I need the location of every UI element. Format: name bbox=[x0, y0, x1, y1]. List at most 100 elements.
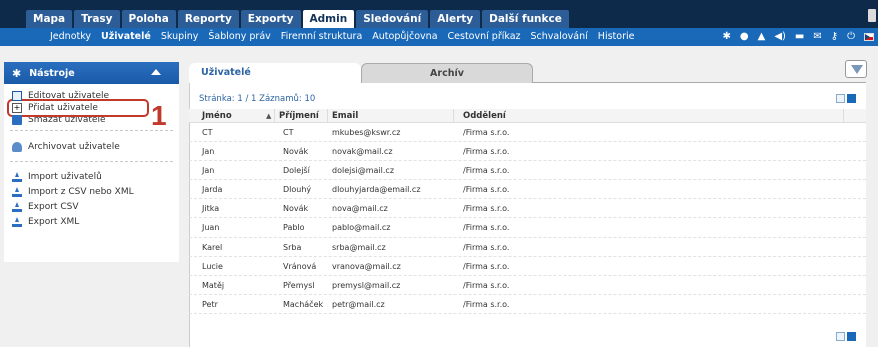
window-icon[interactable] bbox=[868, 9, 876, 22]
sub-nav-item-7[interactable]: Schvalování bbox=[526, 28, 593, 46]
main-tabs: Mapa Trasy Poloha Reporty Exporty Admin Sledov… bbox=[26, 10, 569, 28]
table-cell: /Firma s.r.o. bbox=[463, 223, 510, 233]
archive-icon bbox=[12, 142, 22, 152]
table-cell: CT bbox=[202, 128, 213, 137]
export-grid-icon[interactable] bbox=[836, 332, 845, 341]
sub-nav-item-0[interactable]: Jednotky bbox=[45, 28, 96, 46]
czech-flag-icon[interactable] bbox=[864, 33, 874, 41]
column-header-last-name[interactable]: Příjmení bbox=[275, 109, 328, 122]
table-row[interactable]: Lucie Vránová vranova@mail.cz/Firma s.r.o. bbox=[189, 257, 866, 276]
column-header-department[interactable]: Oddělení bbox=[454, 109, 844, 122]
excel-icon[interactable] bbox=[847, 94, 856, 103]
tools-group-import-export: Import uživatelů Import z CSV nebo XML E… bbox=[10, 162, 173, 232]
filter-button[interactable] bbox=[845, 60, 867, 78]
table-row[interactable]: Jarda Dlouhý dlouhyjarda@email.cz/Firma s.… bbox=[189, 180, 866, 200]
folder-icon[interactable]: ▬ bbox=[795, 28, 804, 46]
table-row[interactable]: Juan Pablo pablo@mail.cz/Firma s.r.o. bbox=[189, 218, 866, 238]
collapse-arrow-icon[interactable] bbox=[151, 69, 161, 75]
table-cell: novak@mail.cz bbox=[332, 147, 393, 157]
main-tab-6[interactable]: Sledování bbox=[356, 10, 429, 28]
table-cell: /Firma s.r.o. bbox=[463, 242, 510, 252]
edit-user-link[interactable]: Editovat uživatele bbox=[10, 90, 173, 102]
delete-user-link[interactable]: Smazat uživatele bbox=[10, 114, 173, 126]
table-cell: Karel bbox=[202, 242, 223, 252]
plus-icon: + bbox=[12, 103, 22, 113]
main-tab-3[interactable]: Reporty bbox=[177, 10, 239, 28]
mail-icon[interactable]: ✉ bbox=[813, 28, 821, 46]
table-cell: Jarda bbox=[202, 185, 223, 195]
tools-panel: ✱ Nástroje Editovat uživatele + Přidat u… bbox=[4, 62, 179, 262]
table-row[interactable]: Petr Macháček petr@mail.cz/Firma s.r.o. bbox=[189, 295, 866, 314]
table-row[interactable]: CT CT mkubes@kswr.cz/Firma s.r.o. bbox=[189, 123, 866, 143]
tab-archive[interactable]: Archív bbox=[361, 63, 533, 83]
table-row[interactable]: Jan Dolejší dolejsi@mail.cz/Firma s.r.o. bbox=[189, 161, 866, 181]
table-cell: Petr bbox=[202, 299, 218, 309]
table-cell: /Firma s.r.o. bbox=[463, 204, 510, 214]
sub-nav-item-2[interactable]: Skupiny bbox=[156, 28, 204, 46]
chat-icon[interactable]: ● bbox=[740, 28, 749, 46]
sound-icon[interactable]: ◀) bbox=[774, 28, 786, 46]
tools-panel-header[interactable]: ✱ Nástroje bbox=[4, 62, 179, 84]
power-icon[interactable]: ⏻ bbox=[847, 28, 855, 46]
key-icon[interactable]: ⚷ bbox=[831, 28, 838, 46]
table-cell: Dolejší bbox=[283, 166, 310, 176]
import-csv-xml-link[interactable]: Import z CSV nebo XML bbox=[10, 186, 173, 198]
main-tab-1[interactable]: Trasy bbox=[74, 10, 120, 28]
sub-nav-item-4[interactable]: Firemní struktura bbox=[276, 28, 367, 46]
table-cell: /Firma s.r.o. bbox=[463, 128, 510, 137]
sort-ascending-icon[interactable]: ▲ bbox=[266, 112, 271, 120]
sub-nav-item-1[interactable]: Uživatelé bbox=[96, 28, 156, 46]
table-cell: /Firma s.r.o. bbox=[463, 147, 510, 157]
sub-nav-item-3[interactable]: Šablony práv bbox=[203, 28, 275, 46]
pager-info: Stránka: 1 / 1 Záznamů: 10 bbox=[199, 94, 316, 104]
gear-icon: ✱ bbox=[12, 66, 22, 80]
import-users-link[interactable]: Import uživatelů bbox=[10, 171, 173, 183]
archive-user-link[interactable]: Archivovat uživatele bbox=[10, 141, 173, 153]
table-row[interactable]: Karel Srba srba@mail.cz/Firma s.r.o. bbox=[189, 238, 866, 257]
export-grid-icon[interactable] bbox=[836, 94, 845, 103]
table-row[interactable]: Jan Novák novak@mail.cz/Firma s.r.o. bbox=[189, 142, 866, 162]
main-tab-5[interactable]: Admin bbox=[302, 10, 355, 28]
table-cell: Dlouhý bbox=[283, 185, 312, 195]
table-cell: Novák bbox=[283, 147, 309, 157]
main-tab-8[interactable]: Další funkce bbox=[482, 10, 569, 28]
table-cell: /Firma s.r.o. bbox=[463, 299, 510, 309]
column-header-first-name[interactable]: Jméno bbox=[189, 109, 275, 122]
excel-icon[interactable] bbox=[847, 332, 856, 341]
main-tab-4[interactable]: Exporty bbox=[240, 10, 301, 28]
sub-nav-item-6[interactable]: Cestovní příkaz bbox=[443, 28, 526, 46]
table-cell: vranova@mail.cz bbox=[332, 261, 401, 271]
table-cell: Jan bbox=[202, 166, 215, 176]
export-icon bbox=[12, 217, 22, 227]
sub-navigation-bar: Jednotky Uživatelé Skupiny Šablony práv Fire… bbox=[0, 28, 878, 46]
export-csv-link[interactable]: Export CSV bbox=[10, 201, 173, 213]
table-row[interactable]: Matěj Přemysl premysl@mail.cz/Firma s.r.o. bbox=[189, 276, 866, 295]
tools-title: Nástroje bbox=[29, 67, 75, 79]
table-cell: pablo@mail.cz bbox=[332, 223, 391, 233]
table-cell: /Firma s.r.o. bbox=[463, 185, 510, 195]
add-user-link[interactable]: + Přidat uživatele bbox=[7, 99, 149, 117]
trash-icon bbox=[12, 115, 22, 125]
table-cell: srba@mail.cz bbox=[332, 242, 386, 252]
table-cell: Přemysl bbox=[283, 280, 315, 290]
table-body: CT CT mkubes@kswr.cz/Firma s.r.o. Jan Novák n… bbox=[189, 123, 866, 314]
sub-nav-item-5[interactable]: Autopůjčovna bbox=[367, 28, 442, 46]
sub-navigation: Jednotky Uživatelé Skupiny Šablony práv Fire… bbox=[45, 28, 639, 46]
main-tab-2[interactable]: Poloha bbox=[121, 10, 176, 28]
asterisk-icon[interactable]: ✱ bbox=[722, 28, 730, 46]
export-icon bbox=[12, 202, 22, 212]
table-row[interactable]: Jitka Novák nova@mail.cz/Firma s.r.o. bbox=[189, 199, 866, 219]
tools-group-archive: Archivovat uživatele bbox=[10, 131, 173, 162]
table-cell: /Firma s.r.o. bbox=[463, 261, 510, 271]
table-cell: Matěj bbox=[202, 280, 225, 290]
import-icon bbox=[12, 172, 22, 182]
main-tab-7[interactable]: Alerty bbox=[430, 10, 481, 28]
main-tab-0[interactable]: Mapa bbox=[26, 10, 73, 28]
warning-icon[interactable]: ▲ bbox=[758, 28, 766, 46]
sub-nav-item-8[interactable]: Historie bbox=[593, 28, 640, 46]
top-navigation-bar: Mapa Trasy Poloha Reporty Exporty Admin Sledov… bbox=[0, 0, 878, 28]
column-header-email[interactable]: Email bbox=[328, 109, 454, 122]
tab-users[interactable]: Uživatelé bbox=[189, 63, 361, 83]
table-cell: Lucie bbox=[202, 261, 223, 271]
export-xml-link[interactable]: Export XML bbox=[10, 216, 173, 228]
